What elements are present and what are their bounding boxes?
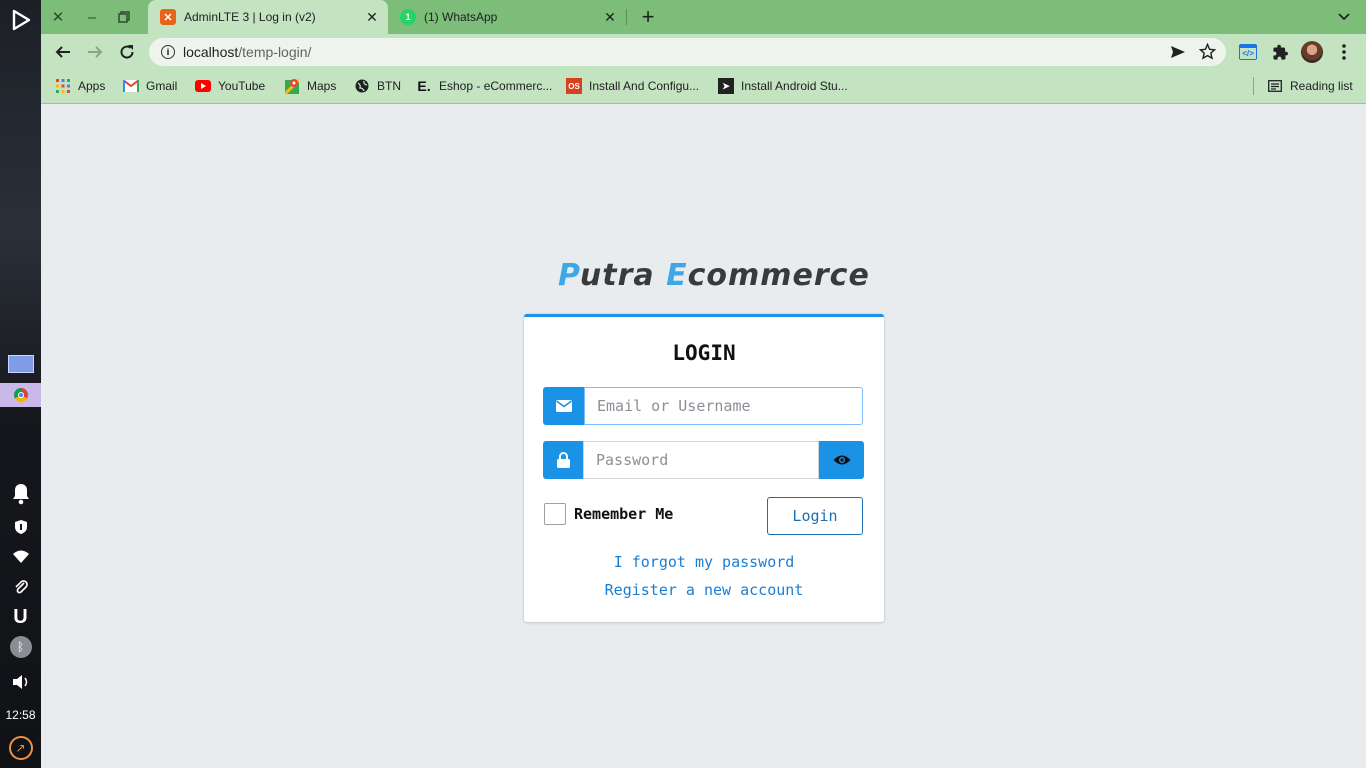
bookmark-label: Maps	[307, 79, 337, 93]
paperclip-icon	[0, 577, 41, 597]
bookmark-label: YouTube	[218, 79, 266, 93]
login-card: LOGIN Remember Me Login I forgot my pass…	[524, 314, 884, 622]
bookmark-label: Install Android Stu...	[741, 79, 848, 93]
tab-title: AdminLTE 3 | Log in (v2)	[184, 10, 316, 24]
files-app-icon[interactable]	[0, 352, 41, 376]
apps-grid-icon	[55, 78, 71, 94]
minimize-window-icon[interactable]: –	[83, 8, 101, 26]
send-to-device-icon[interactable]	[1170, 44, 1186, 63]
reload-icon[interactable]	[116, 41, 138, 63]
tab-strip: ✕ – ✕ AdminLTE 3 | Log in (v2) ✕ 1 (1) W…	[41, 0, 1366, 34]
brand-word-utra: utra	[579, 258, 667, 293]
tab-whatsapp[interactable]: 1 (1) WhatsApp ✕	[388, 0, 626, 34]
bluetooth-icon: ᛒ	[0, 636, 41, 658]
url-host: localhost	[183, 44, 239, 60]
forgot-password-link[interactable]: I forgot my password	[524, 553, 884, 571]
password-field[interactable]	[583, 441, 819, 479]
page-content: Putra Ecommerce LOGIN Remember Me Login …	[41, 104, 1366, 768]
browser-toolbar: i localhost/temp-login/ </>	[41, 34, 1366, 69]
password-input-group	[543, 441, 864, 479]
launcher-icon[interactable]	[0, 6, 41, 34]
show-password-eye-icon[interactable]	[819, 441, 864, 479]
login-button[interactable]: Login	[767, 497, 863, 535]
bookmark-youtube[interactable]: YouTube	[195, 77, 265, 95]
bookmark-gmail[interactable]: Gmail	[123, 77, 177, 95]
brand-cap-e: E	[666, 258, 688, 293]
url-path: /temp-login/	[238, 44, 312, 60]
login-title: LOGIN	[672, 341, 736, 365]
reading-list-button[interactable]: Reading list	[1267, 77, 1353, 95]
site-info-icon[interactable]: i	[161, 45, 175, 59]
close-tab-icon[interactable]: ✕	[600, 9, 620, 26]
os-icon: OS	[566, 78, 582, 94]
bookmark-label: Gmail	[146, 79, 178, 93]
bookmark-label: Install And Configu...	[589, 79, 700, 93]
bookmark-eshop[interactable]: E. Eshop - eCommerc...	[416, 77, 552, 95]
brand-cap-p: P	[558, 258, 580, 293]
reading-list-icon	[1267, 78, 1283, 94]
remember-me-checkbox[interactable]	[544, 503, 566, 525]
forward-arrow-icon[interactable]	[84, 41, 106, 63]
volume-icon	[0, 672, 41, 692]
devtools-extension-icon[interactable]: </>	[1237, 41, 1259, 63]
profile-avatar[interactable]	[1301, 41, 1323, 63]
os-shelf: U ᛒ 12:58 ↗	[0, 0, 41, 768]
bookmark-apps[interactable]: Apps	[55, 77, 105, 95]
account-avatar-icon[interactable]: ↗	[0, 735, 41, 761]
bookmarks-divider	[1253, 77, 1254, 95]
back-arrow-icon[interactable]	[52, 41, 74, 63]
notification-bell-icon[interactable]	[0, 480, 41, 508]
register-account-link[interactable]: Register a new account	[524, 581, 884, 599]
bookmark-btn[interactable]: BTN	[354, 77, 401, 95]
envelope-icon	[543, 387, 584, 425]
eshop-icon: E.	[417, 78, 431, 94]
globe-icon	[354, 78, 370, 94]
tab-search-chevron-down-icon[interactable]	[1335, 8, 1353, 26]
bookmark-star-icon[interactable]	[1198, 42, 1217, 63]
whatsapp-favicon-icon: 1	[400, 9, 416, 25]
youtube-icon	[195, 78, 211, 94]
reading-list-label: Reading list	[1290, 79, 1353, 93]
lock-icon	[543, 441, 583, 479]
maps-icon	[284, 78, 300, 94]
extensions-puzzle-icon[interactable]	[1269, 41, 1291, 63]
email-input-group	[543, 387, 863, 425]
arrow-site-icon: ➤	[718, 78, 734, 94]
tab-title: (1) WhatsApp	[424, 10, 498, 24]
bookmark-label: Eshop - eCommerc...	[439, 79, 553, 93]
browser-menu-icon[interactable]	[1333, 41, 1355, 63]
bookmark-install-configure[interactable]: OS Install And Configu...	[566, 77, 699, 95]
bookmark-label: Apps	[78, 79, 106, 93]
wifi-icon	[0, 547, 41, 567]
close-window-icon[interactable]: ✕	[49, 8, 67, 26]
bookmark-maps[interactable]: Maps	[284, 77, 336, 95]
bookmark-install-android[interactable]: ➤ Install Android Stu...	[718, 77, 848, 95]
gmail-icon	[123, 78, 139, 94]
restore-window-icon[interactable]	[115, 8, 133, 26]
tab-adminlte-login[interactable]: ✕ AdminLTE 3 | Log in (v2) ✕	[148, 0, 388, 34]
brand-logo: Putra Ecommerce	[558, 258, 870, 293]
remember-me: Remember Me	[544, 503, 673, 525]
new-tab-button[interactable]: +	[639, 4, 657, 29]
close-tab-icon[interactable]: ✕	[362, 9, 382, 26]
chrome-app-icon[interactable]	[0, 383, 41, 407]
address-bar[interactable]: i localhost/temp-login/	[149, 38, 1226, 66]
security-shield-icon	[0, 517, 41, 537]
tab-divider	[626, 9, 627, 25]
bookmark-label: BTN	[377, 79, 401, 93]
remember-me-label: Remember Me	[574, 505, 674, 523]
email-field[interactable]	[584, 387, 863, 425]
clock-time: 12:58	[5, 708, 36, 722]
brand-word-commerce: commerce	[687, 258, 870, 293]
u-app-icon[interactable]: U	[0, 605, 41, 629]
xampp-favicon-icon: ✕	[160, 9, 176, 25]
bookmarks-bar: Apps Gmail YouTube Maps BTN E. Eshop - e…	[41, 69, 1366, 104]
